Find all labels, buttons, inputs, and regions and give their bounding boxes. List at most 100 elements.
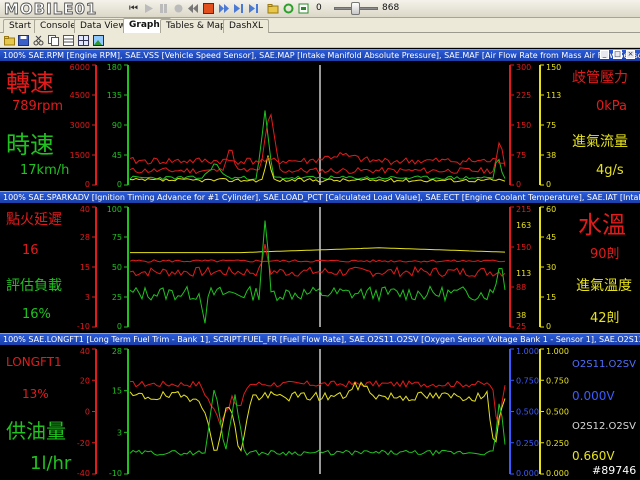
right-label-1-name: 水溫 — [578, 211, 626, 239]
axis-tick-label: 0 — [85, 408, 90, 417]
step-icon[interactable] — [232, 2, 245, 15]
panel-minimize-icon[interactable]: _ — [600, 50, 609, 59]
axis-tick-label: 0.750 — [546, 376, 569, 385]
axis-tick-label: -10 — [109, 469, 122, 478]
series-line-red-3 — [129, 151, 506, 166]
axis-tick-label: -10 — [77, 322, 90, 331]
axis-tick-label: 20 — [80, 376, 90, 385]
panel-header: 100% SAE.LONGFT1 [Long Term Fuel Trim - … — [0, 333, 640, 345]
axis-tick-label: 0 — [546, 180, 551, 189]
axis-tick-label: 0 — [546, 322, 551, 331]
axis-tick-label: 0 — [117, 322, 122, 331]
graph-canvas[interactable]: 40200-20-4028153-101.0000.7500.5000.2500… — [0, 345, 640, 480]
image-icon[interactable] — [93, 35, 104, 46]
axis-tick-label: 15 — [546, 293, 556, 302]
axis-tick-label: 0.500 — [546, 408, 569, 417]
grid-icon[interactable] — [78, 35, 89, 46]
open-icon[interactable] — [4, 35, 15, 46]
axis-tick-label: 28 — [112, 347, 122, 356]
axis-tick-label: 60 — [546, 205, 556, 214]
left-label-1-name: 點火延遲 — [6, 212, 62, 228]
rewind-icon[interactable] — [187, 2, 200, 15]
axis-tick-label: 15 — [80, 263, 90, 272]
panel-header: 100% SAE.SPARKADV [Ignition Timing Advan… — [0, 191, 640, 203]
svg-text:MOBILE01: MOBILE01 — [4, 0, 97, 18]
axis-tick-label: 113 — [516, 269, 531, 278]
first-icon[interactable]: ⏮ — [127, 2, 140, 15]
axis-tick-label: 0.500 — [516, 408, 539, 417]
export-icon[interactable] — [297, 2, 310, 15]
playback-slider-thumb[interactable] — [351, 2, 360, 15]
fast-forward-icon[interactable] — [217, 2, 230, 15]
panel-header: 100% SAE.RPM [Engine RPM], SAE.VSS [Vehi… — [0, 49, 640, 61]
axis-tick-label: 0.250 — [546, 439, 569, 448]
last-icon[interactable] — [247, 2, 260, 15]
graph-canvas[interactable]: 4028153-10100755025021515088256045301501… — [0, 203, 640, 333]
axis-tick-label: 88 — [516, 283, 526, 292]
save-icon[interactable] — [18, 35, 29, 46]
open-file-icon[interactable] — [266, 2, 279, 15]
axis-tick-label: 163 — [516, 221, 531, 230]
axis-tick-label: 1.000 — [516, 347, 539, 356]
graph-panel-engine: 100% SAE.RPM [Engine RPM], SAE.VSS [Vehi… — [0, 49, 640, 191]
axis-tick-label: 38 — [516, 311, 526, 320]
axis-tick-label: 0.000 — [546, 469, 569, 478]
axis-tick-label: 45 — [546, 233, 556, 242]
right-label-2-value: 0.660V — [572, 449, 615, 463]
axis-tick-label: 3 — [85, 293, 90, 302]
graph-panel-ignition: 100% SAE.SPARKADV [Ignition Timing Advan… — [0, 191, 640, 333]
graph-toolbar — [0, 33, 640, 48]
axis-tick-label: 215 — [516, 205, 531, 214]
right-label-1-value: 90剆 — [590, 247, 620, 262]
tab-bar: Start Console Data View Graphs Tables & … — [0, 18, 640, 33]
axis-tick-label: 150 — [516, 243, 531, 252]
axis-tick-label: 45 — [112, 151, 122, 160]
slider-max-label: 868 — [382, 3, 400, 13]
pause-icon[interactable] — [157, 2, 170, 15]
cut-icon[interactable] — [33, 35, 44, 46]
slider-min-label: 0 — [316, 3, 322, 13]
axis-tick-label: 6000 — [70, 63, 90, 72]
axis-tick-label: 225 — [516, 91, 531, 100]
series-line-red-0 — [129, 113, 506, 175]
axis-tick-label: 38 — [546, 151, 556, 160]
series-line-red-1 — [129, 259, 506, 263]
left-label-1-value: 789rpm — [12, 99, 64, 114]
graph-canvas[interactable]: 6000450030001500018013590450300225150750… — [0, 61, 640, 191]
axis-tick-label: 40 — [80, 347, 90, 356]
panel-body: 40 20 0 -20 -40 28 15 3 -10 1.000 0.750 0.500 0.250 0… — [0, 345, 640, 480]
tab-dashxl[interactable]: DashXL — [223, 19, 270, 33]
axis-tick-label: 0.000 — [516, 469, 539, 478]
left-label-1-name: LONGFT1 — [6, 355, 62, 369]
layout-icon[interactable] — [63, 35, 74, 46]
left-label-2-name: 評估負載 — [6, 278, 62, 294]
left-label-2-name: 供油量 — [6, 419, 66, 443]
axis-tick-label: 30 — [546, 263, 556, 272]
left-label-2-value: 16% — [22, 307, 51, 322]
axis-tick-label: 135 — [107, 91, 122, 100]
axis-tick-label: -40 — [77, 469, 90, 478]
axis-tick-label: 4500 — [70, 91, 90, 100]
play-icon[interactable] — [142, 2, 155, 15]
stop-icon[interactable] — [202, 2, 215, 15]
right-label-1-name: O2S11.O2SV — [572, 359, 636, 370]
axis-tick-label: 0.750 — [516, 376, 539, 385]
panel-body: 6000 4500 3000 1500 0 180 135 90 45 0 300 225 150 75 0… — [0, 61, 640, 191]
graph-panel-fuel: 100% SAE.LONGFT1 [Long Term Fuel Trim - … — [0, 333, 640, 480]
axis-tick-label: 15 — [112, 387, 122, 396]
series-line-yellow-0 — [130, 247, 506, 254]
axis-tick-label: 180 — [107, 63, 122, 72]
axis-tick-label: 75 — [112, 233, 122, 242]
right-label-2-value: 4g/s — [596, 163, 624, 178]
right-label-2-name: 進氣溫度 — [576, 278, 632, 294]
left-label-2-name: 時速 — [6, 131, 54, 159]
tab-start[interactable]: Start — [3, 19, 37, 33]
watermark: #89746 — [592, 464, 637, 477]
left-label-1-name: 轉速 — [6, 69, 54, 97]
copy-icon[interactable] — [48, 35, 59, 46]
panel-maximize-icon[interactable]: □ — [613, 50, 622, 59]
panel-close-icon[interactable]: × — [626, 50, 635, 59]
record-icon[interactable] — [172, 2, 185, 15]
refresh-icon[interactable] — [282, 2, 295, 15]
axis-tick-label: 0.250 — [516, 439, 539, 448]
